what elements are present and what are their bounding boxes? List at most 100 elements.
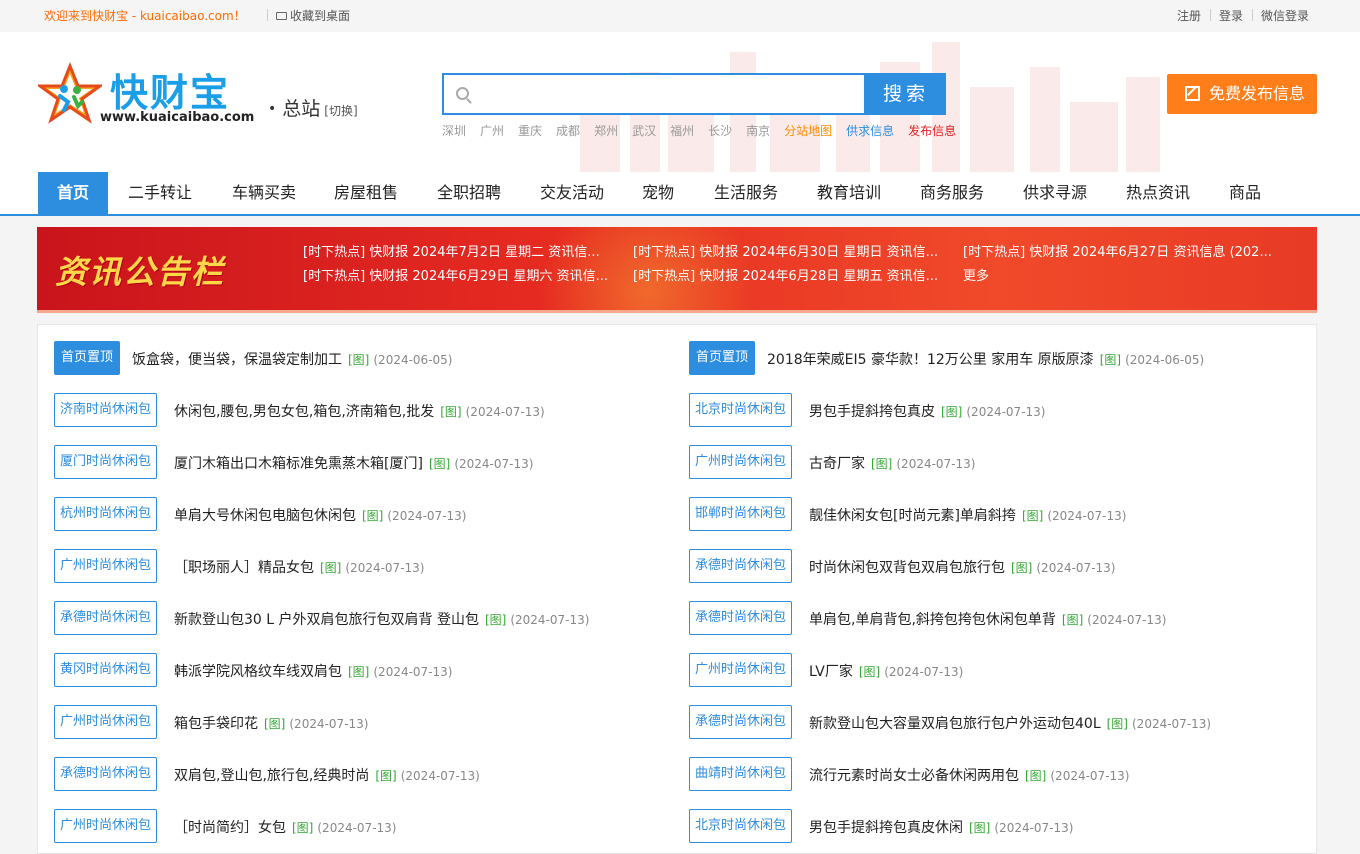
listing-row[interactable]: 厦门时尚休闲包 厦门木箱出口木箱标准免熏蒸木箱[厦门] [图] (2024-07-13… <box>54 445 674 479</box>
listing-row[interactable]: 首页置顶 饭盒袋，便当袋，保温袋定制加工 [图] (2024-06-05) <box>54 341 674 375</box>
listing-row[interactable]: 广州时尚休闲包 ［时尚简约］女包 [图] (2024-07-13) <box>54 809 674 843</box>
category-badge[interactable]: 杭州时尚休闲包 <box>54 497 158 531</box>
listing-title-text[interactable]: 韩派学院风格纹车线双肩包 <box>174 664 342 680</box>
listing-title-text[interactable]: 男包手提斜挎包真皮 <box>809 404 935 420</box>
listing-title[interactable]: 男包手提斜挎包真皮 [图] (2024-07-13) <box>809 401 1045 421</box>
listing-row[interactable]: 广州时尚休闲包 ［职场丽人］精品女包 [图] (2024-07-13) <box>54 549 674 583</box>
listing-title-text[interactable]: 靓佳休闲女包[时尚元素]单肩斜挎 <box>809 508 1016 524</box>
category-badge[interactable]: 济南时尚休闲包 <box>54 393 158 427</box>
listing-title[interactable]: 靓佳休闲女包[时尚元素]单肩斜挎 [图] (2024-07-13) <box>809 505 1126 525</box>
pinned-badge[interactable]: 首页置顶 <box>54 341 121 375</box>
register-link[interactable]: 注册 <box>1177 7 1201 24</box>
nav-item[interactable]: 教育培训 <box>807 172 891 214</box>
listing-title[interactable]: 单肩包,单肩背包,斜挎包挎包休闲包单背 [图] (2024-07-13) <box>809 609 1166 629</box>
listing-title-text[interactable]: 男包手提斜挎包真皮休闲 <box>809 820 963 836</box>
listing-title-text[interactable]: 流行元素时尚女士必备休闲两用包 <box>809 768 1019 784</box>
listing-title-text[interactable]: 单肩包,单肩背包,斜挎包挎包休闲包单背 <box>809 612 1056 628</box>
category-badge[interactable]: 北京时尚休闲包 <box>689 809 793 843</box>
listing-title-text[interactable]: 古奇厂家 <box>809 456 865 472</box>
listing-title[interactable]: 古奇厂家 [图] (2024-07-13) <box>809 453 975 473</box>
listing-row[interactable]: 承德时尚休闲包 新款登山包30 L 户外双肩包旅行包双肩背 登山包 [图] (2024… <box>54 601 674 635</box>
listing-title[interactable]: 饭盒袋，便当袋，保温袋定制加工 [图] (2024-06-05) <box>132 349 452 369</box>
nav-item[interactable]: 供求寻源 <box>1013 172 1097 214</box>
nav-home[interactable]: 首页 <box>38 172 108 214</box>
news-link[interactable]: [时下热点] 快财报 2024年7月2日 星期二 资讯信... <box>303 241 600 260</box>
listing-title-text[interactable]: ［时尚简约］女包 <box>174 820 286 836</box>
news-link[interactable]: [时下热点] 快财报 2024年6月30日 星期日 资讯信... <box>633 241 938 260</box>
listing-row[interactable]: 北京时尚休闲包 男包手提斜挎包真皮休闲 [图] (2024-07-13) <box>689 809 1309 843</box>
city-link[interactable]: 福州 <box>670 124 694 138</box>
nav-item[interactable]: 商品 <box>1219 172 1271 214</box>
listing-title-text[interactable]: 箱包手袋印花 <box>174 716 258 732</box>
category-badge[interactable]: 广州时尚休闲包 <box>54 809 158 843</box>
nav-item[interactable]: 热点资讯 <box>1116 172 1200 214</box>
city-map-link[interactable]: 分站地图 <box>784 124 832 138</box>
pinned-badge[interactable]: 首页置顶 <box>689 341 756 375</box>
listing-title[interactable]: ［时尚简约］女包 [图] (2024-07-13) <box>174 817 396 837</box>
favorite-link[interactable]: 收藏到桌面 <box>276 7 350 24</box>
listing-row[interactable]: 北京时尚休闲包 男包手提斜挎包真皮 [图] (2024-07-13) <box>689 393 1309 427</box>
wechat-login-link[interactable]: 微信登录 <box>1261 7 1309 24</box>
listing-title[interactable]: 2018年荣威EI5 豪华款！12万公里 家用车 原版原漆 [图] (2024-06… <box>767 349 1204 369</box>
listing-row[interactable]: 邯郸时尚休闲包 靓佳休闲女包[时尚元素]单肩斜挎 [图] (2024-07-13) <box>689 497 1309 531</box>
city-link[interactable]: 长沙 <box>708 124 732 138</box>
nav-item[interactable]: 交友活动 <box>530 172 614 214</box>
listing-title[interactable]: LV厂家 [图] (2024-07-13) <box>809 661 963 681</box>
listing-row[interactable]: 首页置顶 2018年荣威EI5 豪华款！12万公里 家用车 原版原漆 [图] (202… <box>689 341 1309 375</box>
category-badge[interactable]: 厦门时尚休闲包 <box>54 445 158 479</box>
listing-title-text[interactable]: ［职场丽人］精品女包 <box>174 560 314 576</box>
nav-item[interactable]: 商务服务 <box>910 172 994 214</box>
listing-title-text[interactable]: 休闲包,腰包,男包女包,箱包,济南箱包,批发 <box>174 404 434 420</box>
nav-item[interactable]: 宠物 <box>632 172 684 214</box>
listing-row[interactable]: 黄冈时尚休闲包 韩派学院风格纹车线双肩包 [图] (2024-07-13) <box>54 653 674 687</box>
category-badge[interactable]: 曲靖时尚休闲包 <box>689 757 793 791</box>
listing-row[interactable]: 曲靖时尚休闲包 流行元素时尚女士必备休闲两用包 [图] (2024-07-13) <box>689 757 1309 791</box>
listing-row[interactable]: 承德时尚休闲包 单肩包,单肩背包,斜挎包挎包休闲包单背 [图] (2024-07-13… <box>689 601 1309 635</box>
listing-row[interactable]: 承德时尚休闲包 新款登山包大容量双肩包旅行包户外运动包40L [图] (2024-07… <box>689 705 1309 739</box>
nav-item[interactable]: 二手转让 <box>118 172 202 214</box>
listing-title[interactable]: 双肩包,登山包,旅行包,经典时尚 [图] (2024-07-13) <box>174 765 480 785</box>
listing-title-text[interactable]: LV厂家 <box>809 664 853 680</box>
listing-title[interactable]: 时尚休闲包双背包双肩包旅行包 [图] (2024-07-13) <box>809 557 1115 577</box>
city-link[interactable]: 成都 <box>556 124 580 138</box>
listing-title-text[interactable]: 双肩包,登山包,旅行包,经典时尚 <box>174 768 369 784</box>
category-badge[interactable]: 广州时尚休闲包 <box>689 653 793 687</box>
news-more-link[interactable]: 更多 <box>963 265 989 284</box>
category-badge[interactable]: 广州时尚休闲包 <box>54 705 158 739</box>
listing-title[interactable]: 流行元素时尚女士必备休闲两用包 [图] (2024-07-13) <box>809 765 1129 785</box>
category-badge[interactable]: 黄冈时尚休闲包 <box>54 653 158 687</box>
publish-info-link[interactable]: 发布信息 <box>908 124 956 138</box>
free-post-button[interactable]: 免费发布信息 <box>1167 74 1317 114</box>
news-link[interactable]: [时下热点] 快财报 2024年6月29日 星期六 资讯信... <box>303 265 608 284</box>
listing-title[interactable]: 新款登山包大容量双肩包旅行包户外运动包40L [图] (2024-07-13) <box>809 713 1211 733</box>
city-link[interactable]: 南京 <box>746 124 770 138</box>
news-link[interactable]: [时下热点] 快财报 2024年6月27日 资讯信息 (202... <box>963 241 1272 260</box>
listing-title-text[interactable]: 厦门木箱出口木箱标准免熏蒸木箱[厦门] <box>174 456 423 472</box>
listing-row[interactable]: 广州时尚休闲包 箱包手袋印花 [图] (2024-07-13) <box>54 705 674 739</box>
listing-row[interactable]: 承德时尚休闲包 双肩包,登山包,旅行包,经典时尚 [图] (2024-07-13) <box>54 757 674 791</box>
site-logo[interactable]: 快财宝 www.kuaicaibao.com <box>35 61 254 132</box>
listing-title[interactable]: 新款登山包30 L 户外双肩包旅行包双肩背 登山包 [图] (2024-07-13) <box>174 609 589 629</box>
listing-title[interactable]: 男包手提斜挎包真皮休闲 [图] (2024-07-13) <box>809 817 1073 837</box>
city-link[interactable]: 武汉 <box>632 124 656 138</box>
city-link[interactable]: 深圳 <box>442 124 466 138</box>
category-badge[interactable]: 广州时尚休闲包 <box>689 445 793 479</box>
city-link[interactable]: 郑州 <box>594 124 618 138</box>
nav-item[interactable]: 车辆买卖 <box>222 172 306 214</box>
listing-title[interactable]: 厦门木箱出口木箱标准免熏蒸木箱[厦门] [图] (2024-07-13) <box>174 453 533 473</box>
listing-title-text[interactable]: 新款登山包30 L 户外双肩包旅行包双肩背 登山包 <box>174 612 479 628</box>
nav-item[interactable]: 生活服务 <box>704 172 788 214</box>
listing-title[interactable]: 箱包手袋印花 [图] (2024-07-13) <box>174 713 368 733</box>
listing-title-text[interactable]: 时尚休闲包双背包双肩包旅行包 <box>809 560 1005 576</box>
listing-row[interactable]: 承德时尚休闲包 时尚休闲包双背包双肩包旅行包 [图] (2024-07-13) <box>689 549 1309 583</box>
category-badge[interactable]: 广州时尚休闲包 <box>54 549 158 583</box>
city-link[interactable]: 广州 <box>480 124 504 138</box>
category-badge[interactable]: 承德时尚休闲包 <box>689 601 793 635</box>
nav-item[interactable]: 全职招聘 <box>427 172 511 214</box>
listing-title-text[interactable]: 单肩大号休闲包电脑包休闲包 <box>174 508 356 524</box>
category-badge[interactable]: 承德时尚休闲包 <box>689 549 793 583</box>
category-badge[interactable]: 承德时尚休闲包 <box>689 705 793 739</box>
listing-title[interactable]: 韩派学院风格纹车线双肩包 [图] (2024-07-13) <box>174 661 452 681</box>
switch-station-link[interactable]: [切换] <box>324 104 357 118</box>
listing-title-text[interactable]: 饭盒袋，便当袋，保温袋定制加工 <box>132 352 342 368</box>
